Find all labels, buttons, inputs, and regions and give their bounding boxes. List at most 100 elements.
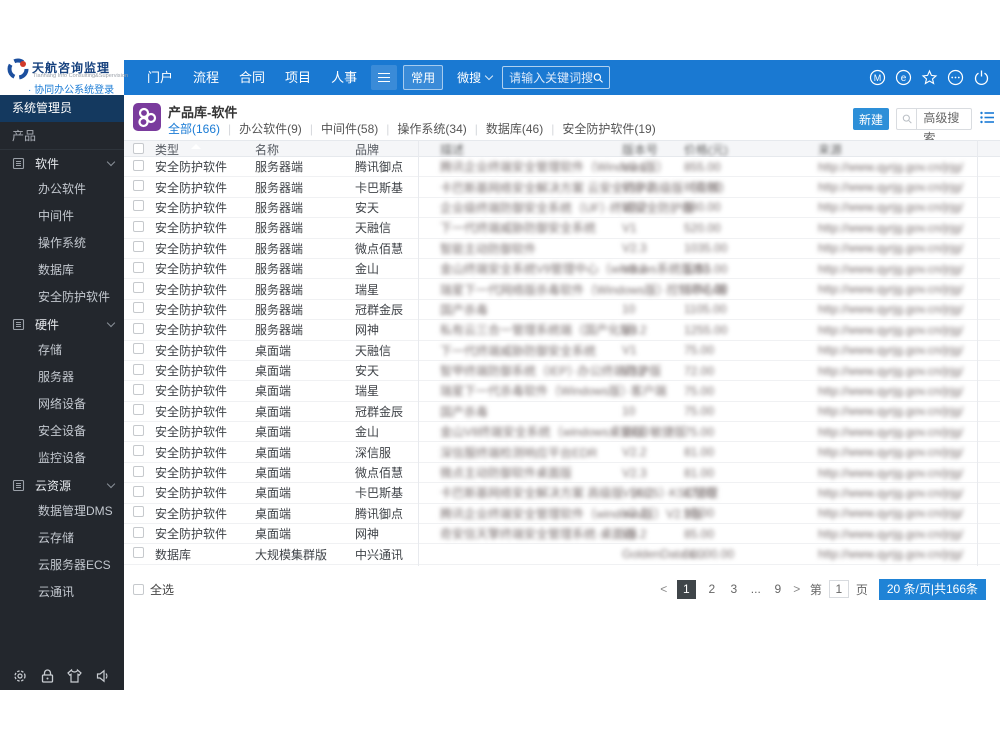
nav-item-pinned[interactable]: 常用 <box>403 65 444 90</box>
row-checkbox[interactable] <box>133 526 144 538</box>
page-button-9[interactable]: 9 <box>772 582 784 596</box>
row-checkbox[interactable] <box>133 383 144 395</box>
power-icon[interactable] <box>973 69 990 86</box>
row-checkbox[interactable] <box>133 404 144 416</box>
new-button[interactable]: 新建 <box>853 108 889 130</box>
topnav-item-1[interactable]: 流程 <box>183 60 229 95</box>
topnav-item-2[interactable]: 合同 <box>229 60 275 95</box>
sidebar-role-header[interactable]: 系统管理员 <box>0 95 124 122</box>
search-scope-dropdown[interactable]: 微搜 <box>457 69 494 86</box>
sidebar-group-software[interactable]: 软件 <box>0 150 124 176</box>
logo-login-link[interactable]: · 协同办公系统登录 <box>28 81 114 96</box>
sidebar-item-网络设备[interactable]: 网络设备 <box>0 391 124 418</box>
cell-price: 81.00 <box>684 445 715 460</box>
select-all-checkbox[interactable] <box>133 583 144 595</box>
col-header-name[interactable]: 名称 <box>255 141 355 158</box>
col-header-version[interactable]: 版本号 <box>622 141 684 158</box>
sidebar-item-安全防护软件[interactable]: 安全防护软件 <box>0 284 124 311</box>
table-search-box[interactable]: 高级搜索 <box>896 108 972 145</box>
col-header-type[interactable]: 类型 <box>155 141 255 158</box>
sidebar-group-cloud[interactable]: 云资源 <box>0 472 124 498</box>
sidebar-item-安全设备[interactable]: 安全设备 <box>0 418 124 445</box>
col-header-brand[interactable]: 品牌 <box>355 141 440 158</box>
logo-swirl-icon <box>7 58 29 80</box>
sound-speaker-icon[interactable] <box>95 668 112 684</box>
row-checkbox[interactable] <box>133 322 144 334</box>
col-header-desc[interactable]: 描述 <box>440 141 622 158</box>
col-header-price[interactable]: 价格(元) <box>684 141 818 158</box>
cell-src: http://www.qyrjg.gov.cn/jrjg/ <box>818 261 964 276</box>
topnav-item-4[interactable]: 人事 <box>321 60 367 95</box>
table-row: 安全防护软件 桌面端 瑞星 瑞星下一代杀毒软件（Windows版）·客户端 75.00 h… <box>124 381 1000 402</box>
sidebar-item-办公软件[interactable]: 办公软件 <box>0 176 124 203</box>
page-button-2[interactable]: 2 <box>706 582 718 596</box>
cell-name: 桌面端 <box>255 404 292 419</box>
sidebar-item-数据管理DMS[interactable]: 数据管理DMS <box>0 498 124 525</box>
tab-0[interactable]: 全部(166) <box>168 120 220 149</box>
row-checkbox[interactable] <box>133 159 144 171</box>
row-checkbox[interactable] <box>133 302 144 314</box>
sidebar-item-操作系统[interactable]: 操作系统 <box>0 230 124 257</box>
settings-gear-icon[interactable] <box>12 668 28 684</box>
lock-icon[interactable] <box>40 668 55 684</box>
prev-page-button[interactable]: < <box>658 582 670 596</box>
tab-4[interactable]: 数据库(46) <box>486 120 543 137</box>
tab-1[interactable]: 办公软件(9) <box>239 120 302 137</box>
table-row: 安全防护软件 桌面端 微点佰慧 微点主动防御软件桌面版 V2.3 81.00 http://… <box>124 462 1000 484</box>
row-checkbox[interactable] <box>133 241 144 253</box>
row-checkbox[interactable] <box>133 465 144 477</box>
cell-ver: GoldenData s... <box>622 547 706 562</box>
row-checkbox[interactable] <box>133 180 144 192</box>
row-checkbox[interactable] <box>133 220 144 232</box>
sidebar-item-服务器[interactable]: 服务器 <box>0 364 124 391</box>
row-checkbox[interactable] <box>133 282 144 294</box>
cell-price: 85.00 <box>684 526 715 541</box>
search-scope-label: 微搜 <box>457 71 482 85</box>
list-view-icon[interactable] <box>980 111 995 124</box>
row-checkbox[interactable] <box>133 485 144 497</box>
row-checkbox[interactable] <box>133 506 144 518</box>
sidebar-item-存储[interactable]: 存储 <box>0 337 124 364</box>
row-checkbox[interactable] <box>133 547 144 559</box>
topnav-item-0[interactable]: 门户 <box>137 60 183 95</box>
page-size-badge[interactable]: 20 条/页|共166条 <box>878 578 986 600</box>
tab-5[interactable]: 安全防护软件(19) <box>562 120 655 137</box>
row-checkbox[interactable] <box>133 363 144 375</box>
cell-src: http://www.qyrjg.gov.cn/jrjg/ <box>818 383 964 398</box>
cell-brand: 中兴通讯 <box>355 547 404 562</box>
row-checkbox[interactable] <box>133 445 144 457</box>
sidebar-item-监控设备[interactable]: 监控设备 <box>0 445 124 472</box>
favorites-star-icon[interactable] <box>921 69 938 86</box>
global-search-input[interactable]: 请输入关键词搜索 <box>502 66 611 89</box>
sidebar-item-数据库[interactable]: 数据库 <box>0 257 124 284</box>
row-checkbox[interactable] <box>133 424 144 436</box>
header-checkbox[interactable] <box>133 142 144 154</box>
message-icon[interactable]: e <box>895 69 912 86</box>
topnav-items: 门户 流程 合同 项目 人事 <box>137 60 367 95</box>
cell-desc: 奇安信天擎终端安全管理系统·桌面版 <box>440 527 636 542</box>
sidebar-item-云存储[interactable]: 云存储 <box>0 525 124 552</box>
more-icon[interactable] <box>947 69 964 86</box>
tab-3[interactable]: 操作系统(34) <box>397 120 466 137</box>
sidebar-item-中间件[interactable]: 中间件 <box>0 203 124 230</box>
sidebar-item-云通讯[interactable]: 云通讯 <box>0 579 124 606</box>
next-page-button[interactable]: > <box>791 582 803 596</box>
theme-shirt-icon[interactable] <box>66 668 83 684</box>
nav-menu-button[interactable] <box>371 65 398 90</box>
sidebar-item-云服务器ECS[interactable]: 云服务器ECS <box>0 552 124 579</box>
sidebar-group-hardware[interactable]: 硬件 <box>0 311 124 337</box>
col-header-source[interactable]: 来源 <box>818 141 1000 158</box>
cell-brand: 天融信 <box>355 343 392 358</box>
row-checkbox[interactable] <box>133 261 144 273</box>
cell-src: http://www.qyrjg.gov.cn/jrjg/ <box>818 220 964 235</box>
page-jump-input[interactable]: 1 <box>828 580 849 598</box>
row-checkbox[interactable] <box>133 343 144 355</box>
page-button-1[interactable]: 1 <box>676 579 696 599</box>
advanced-search-button[interactable]: 高级搜索 <box>916 108 971 145</box>
memo-icon[interactable]: M <box>869 69 886 86</box>
sidebar-section-products[interactable]: 产品 <box>0 122 124 150</box>
page-button-3[interactable]: 3 <box>728 582 740 596</box>
row-checkbox[interactable] <box>133 200 144 212</box>
tab-2[interactable]: 中间件(58) <box>321 120 378 137</box>
topnav-item-3[interactable]: 项目 <box>275 60 321 95</box>
